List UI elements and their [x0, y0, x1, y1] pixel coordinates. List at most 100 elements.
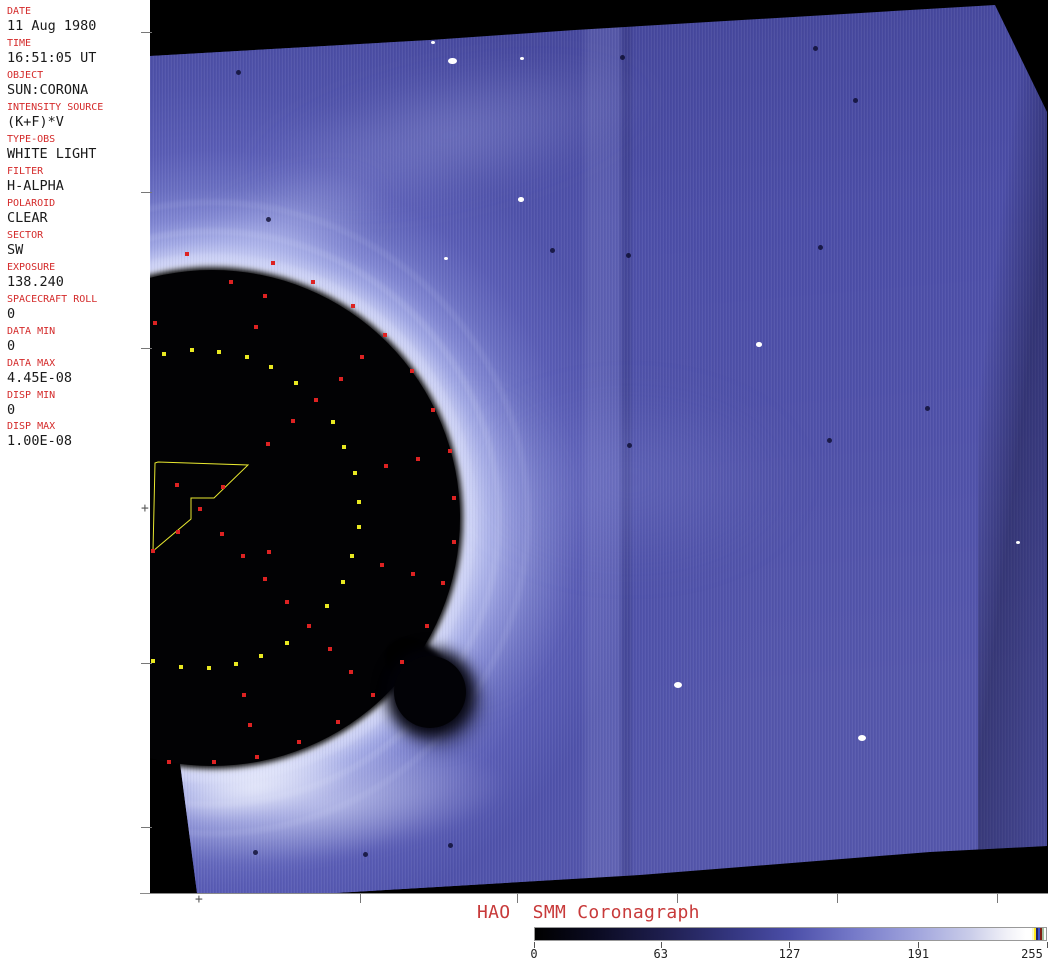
metadata-value: (K+F)*V	[7, 115, 103, 130]
colorbar-tick-label: 255	[1021, 947, 1043, 960]
fiducial-dot-red	[328, 647, 332, 651]
fiducial-dot-red	[307, 624, 311, 628]
metadata-field: TYPE-OBS WHITE LIGHT	[7, 134, 96, 162]
bright-speck	[674, 682, 682, 688]
metadata-label: POLAROID	[7, 198, 55, 209]
dust-speck	[818, 245, 823, 250]
fiducial-dot-red	[248, 723, 252, 727]
fiducial-dot-red	[425, 624, 429, 628]
dust-speck	[363, 852, 368, 857]
metadata-value: 1.00E-08	[7, 434, 72, 449]
metadata-field: DISP MIN0	[7, 390, 55, 418]
fiducial-dot-red	[336, 720, 340, 724]
fiducial-dot-red	[167, 760, 171, 764]
colorbar	[534, 927, 1047, 941]
fiducial-dot-red	[254, 325, 258, 329]
metadata-field: TIME16:51:05 UT	[7, 38, 96, 66]
bright-speck	[431, 41, 435, 44]
colorbar-tick-label: 63	[654, 947, 668, 960]
fiducial-dot-red	[229, 280, 233, 284]
fiducial-dot-red	[266, 442, 270, 446]
metadata-label: INTENSITY SOURCE	[7, 102, 103, 113]
fiducial-dot-red	[176, 530, 180, 534]
colorbar-tick-label: 191	[907, 947, 929, 960]
metadata-value: SW	[7, 243, 43, 258]
left-axis-tick	[141, 32, 152, 33]
fiducial-polygon-layer	[150, 0, 1048, 894]
dust-speck	[253, 850, 258, 855]
left-axis-tick	[141, 348, 152, 349]
metadata-sidebar: DATE11 Aug 1980TIME16:51:05 UTOBJECTSUN:…	[0, 0, 150, 894]
bottom-axis-line	[140, 893, 1048, 894]
fiducial-dot-red	[212, 760, 216, 764]
fiducial-dot-yellow	[353, 471, 357, 475]
metadata-label: SECTOR	[7, 230, 43, 241]
fiducial-dot-red	[452, 496, 456, 500]
fiducial-dot-red	[221, 485, 225, 489]
dust-speck	[236, 70, 241, 75]
fiducial-dot-yellow	[245, 355, 249, 359]
metadata-field: SPACECRAFT ROLL0	[7, 294, 97, 322]
fiducial-dot-red	[452, 540, 456, 544]
colorbar-saturation-stripes	[1032, 928, 1044, 940]
fiducial-dot-yellow	[217, 350, 221, 354]
fiducial-dot-red	[311, 280, 315, 284]
fiducial-dot-red	[297, 740, 301, 744]
fiducial-dot-red	[267, 550, 271, 554]
left-axis-plus-mark: +	[141, 502, 149, 515]
fiducial-dot-yellow	[342, 445, 346, 449]
metadata-label: FILTER	[7, 166, 64, 177]
colorbar-tick-label: 0	[530, 947, 537, 960]
fiducial-dot-red	[448, 449, 452, 453]
metadata-field: INTENSITY SOURCE (K+F)*V	[7, 102, 103, 130]
fiducial-dot-red	[411, 572, 415, 576]
fiducial-dot-yellow	[357, 500, 361, 504]
fiducial-dot-yellow	[331, 420, 335, 424]
dust-speck	[448, 843, 453, 848]
fiducial-dot-red	[185, 252, 189, 256]
fiducial-dot-red	[242, 693, 246, 697]
left-axis-tick	[141, 192, 152, 193]
left-axis-tick	[141, 827, 152, 828]
fiducial-dot-yellow	[179, 665, 183, 669]
dust-speck	[827, 438, 832, 443]
metadata-value: 0	[7, 307, 97, 322]
metadata-field: DISP MAX1.00E-08	[7, 421, 72, 449]
bright-speck	[1016, 541, 1020, 544]
metadata-value: SUN:CORONA	[7, 83, 88, 98]
fiducial-dot-red	[263, 294, 267, 298]
fiducial-dot-yellow	[285, 641, 289, 645]
metadata-field: DATE11 Aug 1980	[7, 6, 96, 34]
bottom-axis-tick	[360, 894, 361, 903]
dust-speck	[853, 98, 858, 103]
coronagraph-image-area	[150, 0, 1048, 894]
fiducial-dot-yellow	[162, 352, 166, 356]
fiducial-dot-red	[271, 261, 275, 265]
fiducial-dot-red	[410, 369, 414, 373]
fiducial-dot-red	[220, 532, 224, 536]
bright-speck	[444, 257, 448, 260]
metadata-label: DATE	[7, 6, 96, 17]
metadata-value: WHITE LIGHT	[7, 147, 96, 162]
fiducial-dot-red	[351, 304, 355, 308]
metadata-label: TYPE-OBS	[7, 134, 96, 145]
metadata-label: DATA MAX	[7, 358, 72, 369]
fiducial-dot-red	[400, 660, 404, 664]
fiducial-dot-yellow	[207, 666, 211, 670]
fiducial-dot-red	[241, 554, 245, 558]
fiducial-dot-yellow	[259, 654, 263, 658]
left-axis-tick	[141, 663, 152, 664]
fiducial-dot-yellow	[350, 554, 354, 558]
bright-speck	[858, 735, 866, 741]
fiducial-dot-red	[314, 398, 318, 402]
fiducial-dot-yellow	[294, 381, 298, 385]
fiducial-dot-yellow	[269, 365, 273, 369]
smm-coronagraph-viewer: DATE11 Aug 1980TIME16:51:05 UTOBJECTSUN:…	[0, 0, 1048, 960]
metadata-value: 0	[7, 339, 55, 354]
bright-speck	[520, 57, 524, 60]
dust-speck	[627, 443, 632, 448]
metadata-value: 16:51:05 UT	[7, 51, 96, 66]
fiducial-dot-red	[291, 419, 295, 423]
fiducial-dot-red	[285, 600, 289, 604]
fiducial-dot-red	[441, 581, 445, 585]
